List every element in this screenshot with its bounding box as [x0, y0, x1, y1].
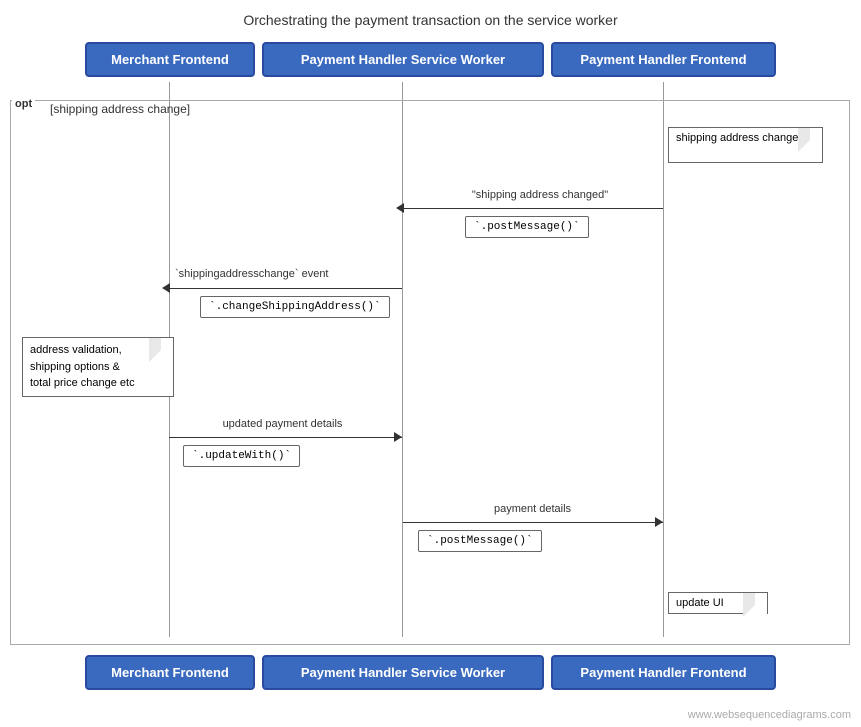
arrow3-label: updated payment details	[175, 418, 390, 430]
note-address-validation: address validation, shipping options & t…	[22, 337, 174, 397]
actor-merchant-top: Merchant Frontend	[85, 42, 255, 77]
note-shipping-changed: shipping address changed	[668, 127, 823, 163]
diagram-container: Orchestrating the payment transaction on…	[0, 0, 861, 727]
arrow1-head	[396, 203, 404, 213]
note-update-ui: update UI	[668, 592, 768, 614]
actor-frontend-top: Payment Handler Frontend	[551, 42, 776, 77]
opt-label: opt	[12, 98, 35, 110]
arrow2-label: `shippingaddresschange` event	[175, 268, 395, 280]
diagram-title: Orchestrating the payment transaction on…	[0, 12, 861, 28]
actor-sw-bottom: Payment Handler Service Worker	[262, 655, 544, 690]
method-postmessage-2: `.postMessage()`	[418, 530, 542, 552]
arrow3-head	[394, 432, 402, 442]
arrow4-line	[403, 522, 663, 523]
arrow3-line	[169, 437, 402, 438]
actor-sw-top: Payment Handler Service Worker	[262, 42, 544, 77]
actor-merchant-bottom: Merchant Frontend	[85, 655, 255, 690]
arrow2-line	[169, 288, 402, 289]
method-changeShipping: `.changeShippingAddress()`	[200, 296, 390, 318]
arrow1-label: "shipping address changed"	[430, 189, 650, 201]
arrow1-line	[403, 208, 663, 209]
watermark: www.websequencediagrams.com	[688, 709, 851, 721]
method-updateWith: `.updateWith()`	[183, 445, 300, 467]
arrow2-head	[162, 283, 170, 293]
guard-label: [shipping address change]	[50, 102, 190, 116]
arrow4-label: payment details	[410, 503, 655, 515]
method-postmessage-1: `.postMessage()`	[465, 216, 589, 238]
arrow4-head	[655, 517, 663, 527]
actor-frontend-bottom: Payment Handler Frontend	[551, 655, 776, 690]
